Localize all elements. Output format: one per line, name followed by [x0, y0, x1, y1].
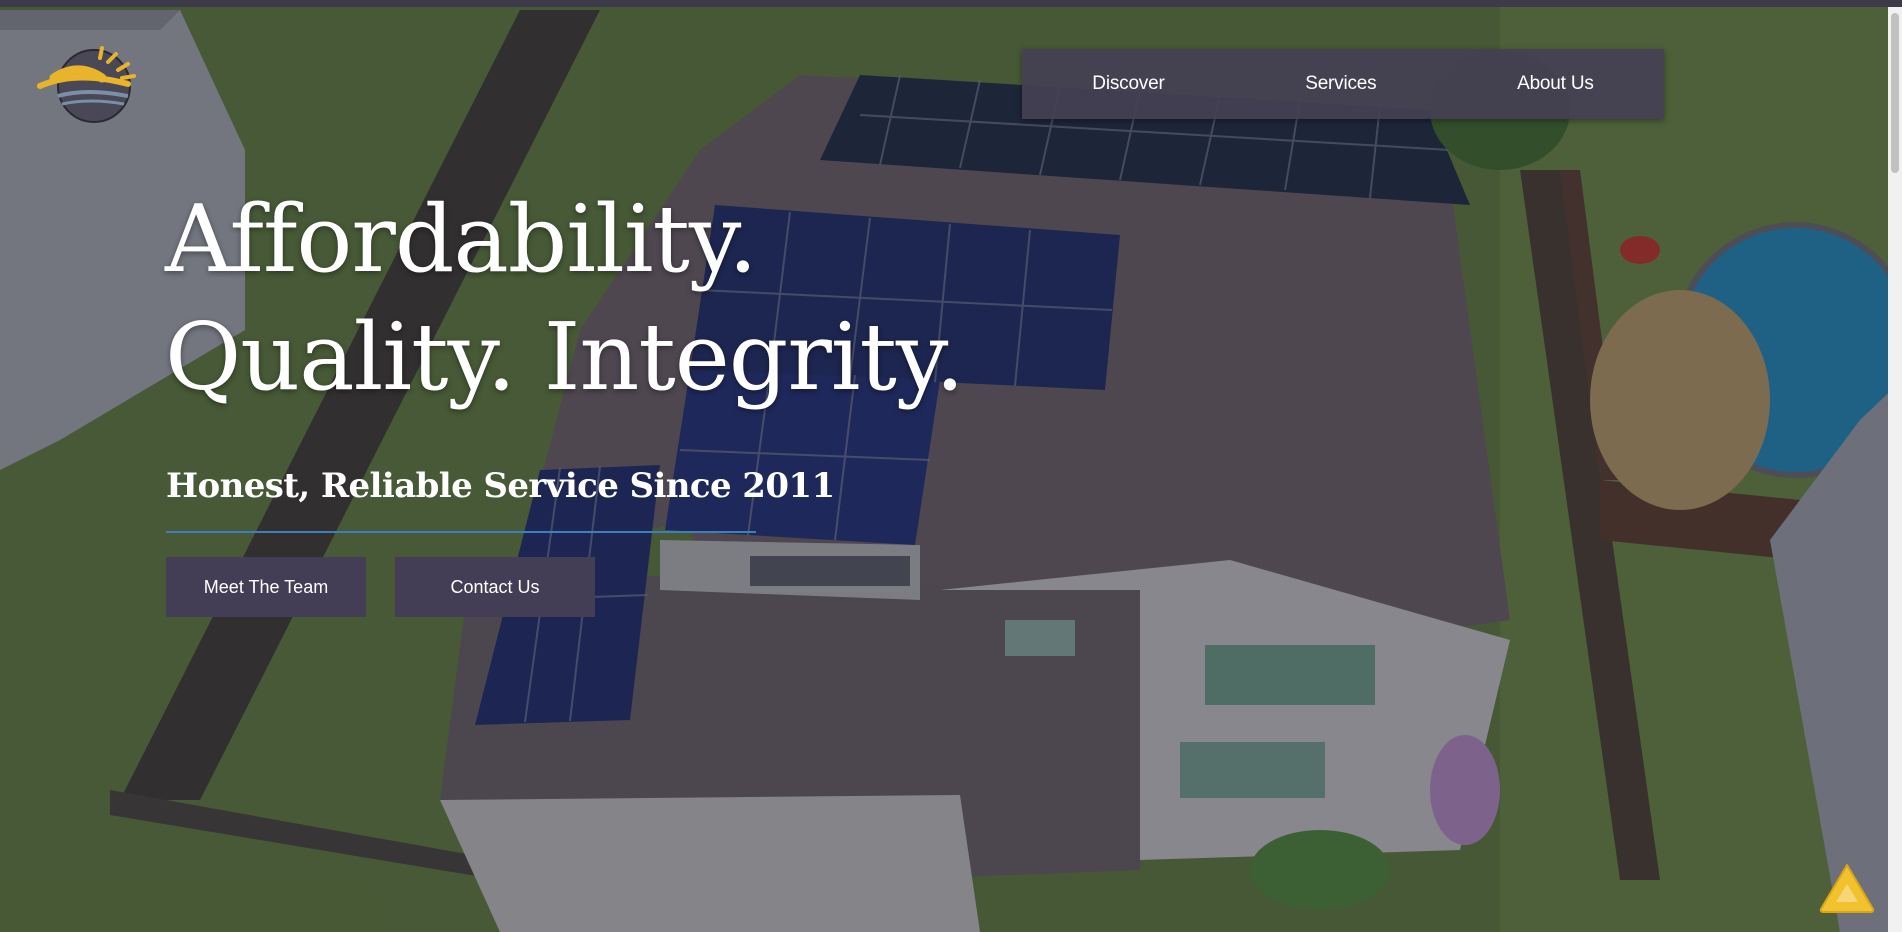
top-edge-bar [0, 0, 1902, 7]
page: Discover Services About Us Affordability… [0, 0, 1902, 932]
nav-link-about-us[interactable]: About Us [1503, 65, 1608, 103]
company-logo-icon[interactable] [36, 44, 144, 124]
main-navigation: Discover Services About Us [1022, 49, 1664, 119]
meet-the-team-button[interactable]: Meet The Team [166, 557, 366, 617]
hero-headline-line-1: Affordability. [165, 185, 758, 293]
page-scrollbar[interactable] [1888, 7, 1902, 932]
hero-headline-line-2: Quality. Integrity. [165, 303, 965, 411]
accessibility-badge-icon[interactable] [1818, 862, 1876, 914]
hero-divider-line [166, 531, 756, 533]
hero-headline: Affordability. Quality. Integrity. [165, 180, 965, 416]
scrollbar-thumb[interactable] [1891, 13, 1899, 173]
hero-subheadline: Honest, Reliable Service Since 2011 [166, 466, 835, 506]
contact-us-button[interactable]: Contact Us [395, 557, 595, 617]
nav-link-services[interactable]: Services [1291, 65, 1390, 103]
nav-link-discover[interactable]: Discover [1078, 65, 1178, 103]
